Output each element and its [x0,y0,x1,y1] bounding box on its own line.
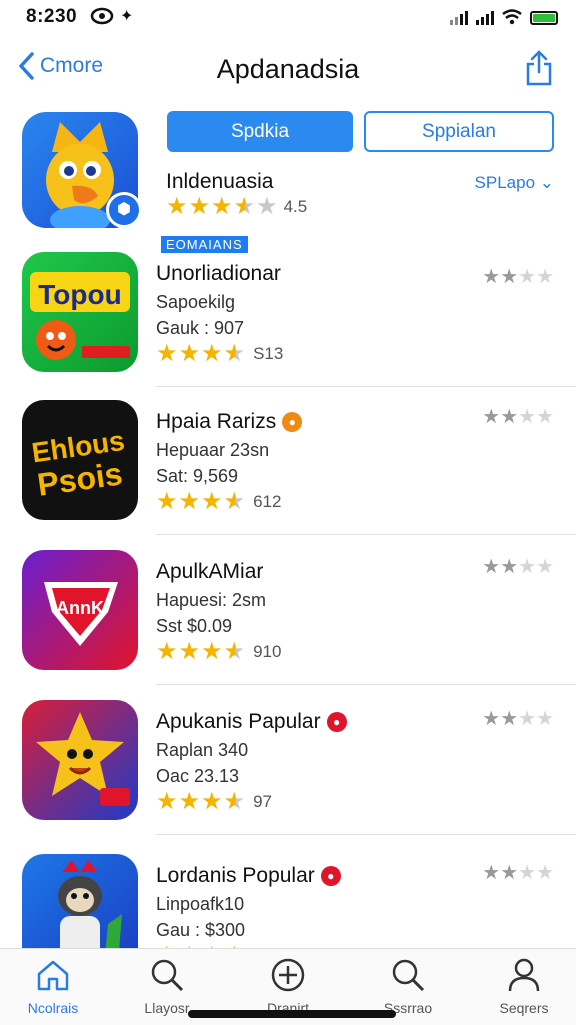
divider [156,684,576,685]
app-name: ApulkAMiar [156,560,263,584]
app-name: Lordanis Popular ● [156,864,341,888]
add-icon [271,958,305,992]
rating-count: 910 [253,642,282,661]
rating-count: 97 [253,792,272,811]
section-tag: EOMAIANS [161,236,248,253]
rating-count: S13 [253,344,284,363]
app-name-text: ApulkAMiar [156,560,264,583]
list-item[interactable]: Topou Unorliadionar Sapoekilg Gauk : 907… [0,252,576,402]
status-bar: 8:230 ✦ [0,0,576,36]
home-indicator [188,1010,396,1018]
signal-icon [450,11,468,25]
secondary-button[interactable]: Sppialan [364,111,554,152]
app-icon [22,700,138,820]
battery-icon [530,11,558,25]
app-rating: ★ ★ ★ ★ 612 [156,490,281,514]
rating-value: 4.5 [283,197,308,216]
mini-star-rating: ★ ★ ★ ★ [482,266,554,288]
divider [156,534,576,535]
star-rating: ★★★★ [156,488,246,515]
tab-add[interactable]: Dranirt [238,957,338,1016]
app-meta: Sst $0.09 [156,616,233,636]
status-time: 8:230 [26,6,78,27]
nav-bar: Cmore Apdanadsia [0,44,576,100]
primary-button[interactable]: Spdkia [167,111,353,152]
app-name-text: Apukanis Papular [156,710,321,733]
app-subtitle: Hepuaar 23sn [156,440,270,460]
star-rating: ★★★★ [156,638,246,665]
badge-icon: ● [320,866,341,886]
app-name: Apukanis Papular ● [156,710,347,734]
svg-text:AnnK: AnnK [56,598,104,618]
star-rating: ★★★★ [156,788,246,815]
search-icon [392,959,425,992]
app-icon: Topou [22,252,138,372]
star-rating: ★★★★ [156,340,246,367]
app-icon: AnnK [22,550,138,670]
mini-star-rating: ★ ★ ★ ★ [482,406,554,428]
tab-home[interactable]: Ncolrais [3,957,103,1016]
app-subtitle: Hapuesi: 2sm [156,590,267,610]
person-icon [508,958,540,992]
app-name: Hpaia Rarizs ● [156,410,303,434]
divider [156,386,576,387]
app-rating: ★ ★ ★ ★ 97 [156,790,272,814]
page-title: Apdanadsia [216,54,360,84]
featured-rating: ★ ★ ★ ★ ★ 4.5 [166,195,307,219]
app-name-text: Unorliadionar [156,262,281,285]
search-icon [151,959,184,992]
app-meta: Gauk : 907 [156,318,245,338]
divider [156,834,576,835]
eye-icon [90,7,114,25]
app-subtitle: Raplan 340 [156,740,249,760]
rating-count: 612 [253,492,282,511]
app-icon: Ehlous Psois [22,400,138,520]
share-icon[interactable] [524,50,554,86]
star-rating: ★ ★ ★ ★ ★ [166,193,278,220]
list-item[interactable]: AnnK ApulkAMiar Hapuesi: 2sm Sst $0.09 ★… [0,550,576,700]
app-meta: Sat: 9,569 [156,466,239,486]
filter-link[interactable]: SPLapo ⌄ [475,173,554,193]
hero-badge-icon: ⬢ [106,192,142,228]
tab-search-2[interactable]: Sssrrao [358,957,458,1016]
home-icon [37,960,69,991]
tab-profile[interactable]: Seqrers [474,957,574,1016]
signal-icon-2 [476,11,494,25]
app-meta: Gau : $300 [156,920,246,940]
app-icon-text: Topou [38,279,121,310]
badge-icon: ● [326,712,347,732]
tab-label: Seqrers [499,1000,549,1016]
badge-icon: ● [282,412,303,432]
tab-label: Ncolrais [27,1000,79,1016]
chevron-down-icon: ⌄ [535,173,554,192]
wifi-icon [502,9,522,25]
list-item[interactable]: Apukanis Papular ● Raplan 340 Oac 23.13 ★… [0,700,576,850]
app-subtitle: Linpoafk10 [156,894,245,914]
mini-star-rating: ★ ★ ★ ★ [482,708,554,730]
mini-star-rating: ★ ★ ★ ★ [482,556,554,578]
app-rating: ★ ★ ★ ★ 910 [156,640,281,664]
mini-star-rating: ★ ★ ★ ★ [482,862,554,884]
location-icon: ✦ [120,8,134,25]
tab-search-1[interactable]: Llayosr [117,957,217,1016]
app-rating: ★ ★ ★ ★ S13 [156,342,283,366]
app-subtitle: Sapoekilg [156,292,236,312]
app-name-text: Hpaia Rarizs [156,410,277,433]
app-name-text: Lordanis Popular [156,864,315,887]
featured-app-name: Inldenuasia [166,170,274,193]
list-item[interactable]: Ehlous Psois Hpaia Rarizs ● Hepuaar 23sn … [0,400,576,550]
app-meta: Oac 23.13 [156,766,240,786]
app-name: Unorliadionar [156,262,281,286]
filter-link-label: SPLapo [474,173,536,192]
